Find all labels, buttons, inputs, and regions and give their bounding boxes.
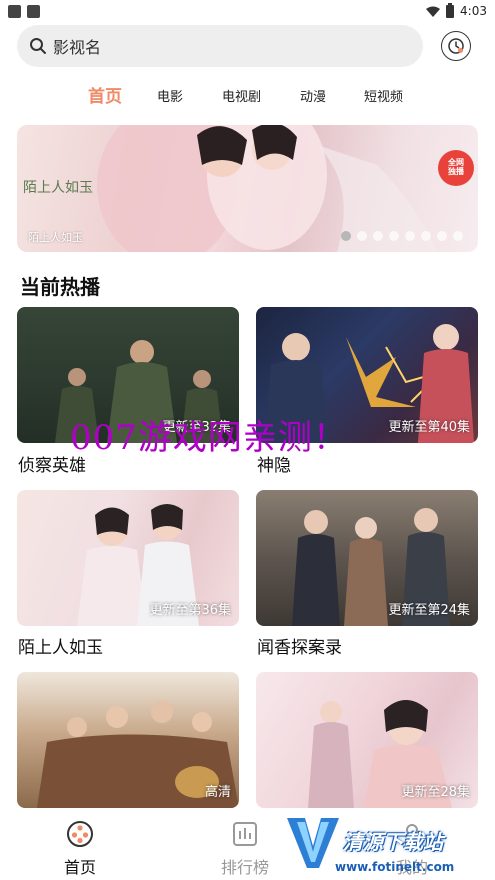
system-icons: 4:03	[426, 2, 487, 18]
nav-home[interactable]: 首页	[64, 820, 96, 878]
video-card-poster[interactable]: 更新至28集	[256, 672, 478, 808]
episode-status: 更新至第40集	[388, 420, 470, 435]
carousel-dot[interactable]	[373, 231, 383, 241]
category-tabs: 首页 电影 电视剧 动漫 短视频	[0, 82, 495, 108]
carousel-dot[interactable]	[341, 231, 351, 241]
tab-anime[interactable]: 动漫	[300, 86, 326, 105]
exclusive-badge: 全网 独播	[438, 150, 474, 186]
nav-label: 首页	[64, 858, 97, 877]
nav-ranking[interactable]: 排行榜	[221, 820, 269, 878]
banner-caption: 陌上人如玉	[28, 231, 83, 244]
carousel-dot[interactable]	[389, 231, 399, 241]
app-screen: 4:03 影视名 首页 电影 电视剧 动漫 短视频 陌上人如玉 全网 独播 陌上…	[0, 0, 495, 880]
carousel-dot[interactable]	[357, 231, 367, 241]
logo-url: www.fotinelt.com	[335, 860, 455, 874]
carousel-dot[interactable]	[405, 231, 415, 241]
notification-icon	[8, 4, 21, 18]
video-card-poster[interactable]: 更新至第24集	[256, 490, 478, 626]
section-title: 当前热播	[20, 275, 100, 299]
video-card-poster[interactable]: 高清	[17, 672, 239, 808]
search-icon	[30, 38, 46, 54]
search-input[interactable]: 影视名	[17, 25, 423, 67]
tab-movies[interactable]: 电影	[157, 86, 183, 105]
carousel-dot[interactable]	[421, 231, 431, 241]
wifi-icon	[426, 6, 441, 17]
banner-logo-text: 陌上人如玉	[23, 180, 93, 196]
status-bar: 4:03	[0, 0, 495, 22]
clock-icon	[448, 38, 464, 54]
episode-status: 更新至第36集	[149, 603, 231, 618]
nav-label: 排行榜	[221, 858, 270, 877]
chart-icon	[233, 822, 257, 846]
carousel-dot[interactable]	[437, 231, 447, 241]
video-card-title[interactable]: 闻香探案录	[257, 633, 342, 658]
carousel-dots	[341, 231, 463, 241]
notification-icon	[27, 4, 40, 18]
watermark-text: 007游戏网亲测！	[70, 418, 348, 458]
battery-icon	[446, 2, 455, 18]
status-time: 4:03	[460, 4, 487, 18]
history-button[interactable]	[441, 31, 471, 61]
tab-short-video[interactable]: 短视频	[364, 86, 403, 105]
episode-status: 更新至第24集	[388, 603, 470, 618]
video-card-poster[interactable]: 更新至第36集	[17, 490, 239, 626]
site-logo-watermark: 清源下载站 www.fotinelt.com	[283, 812, 473, 878]
tab-home[interactable]: 首页	[88, 82, 122, 107]
search-placeholder: 影视名	[53, 38, 102, 57]
hero-banner[interactable]: 陌上人如玉 全网 独播 陌上人如玉	[17, 125, 478, 252]
notification-icons	[8, 4, 40, 18]
film-reel-icon	[67, 821, 93, 847]
logo-emblem-icon	[287, 818, 339, 868]
quality-status: 高清	[204, 785, 231, 800]
badge-line: 独播	[448, 167, 464, 176]
tab-tv-series[interactable]: 电视剧	[222, 86, 261, 105]
logo-text: 清源下载站	[343, 830, 443, 854]
video-card-title[interactable]: 陌上人如玉	[18, 633, 103, 658]
carousel-dot[interactable]	[453, 231, 463, 241]
episode-status: 更新至28集	[401, 785, 470, 800]
